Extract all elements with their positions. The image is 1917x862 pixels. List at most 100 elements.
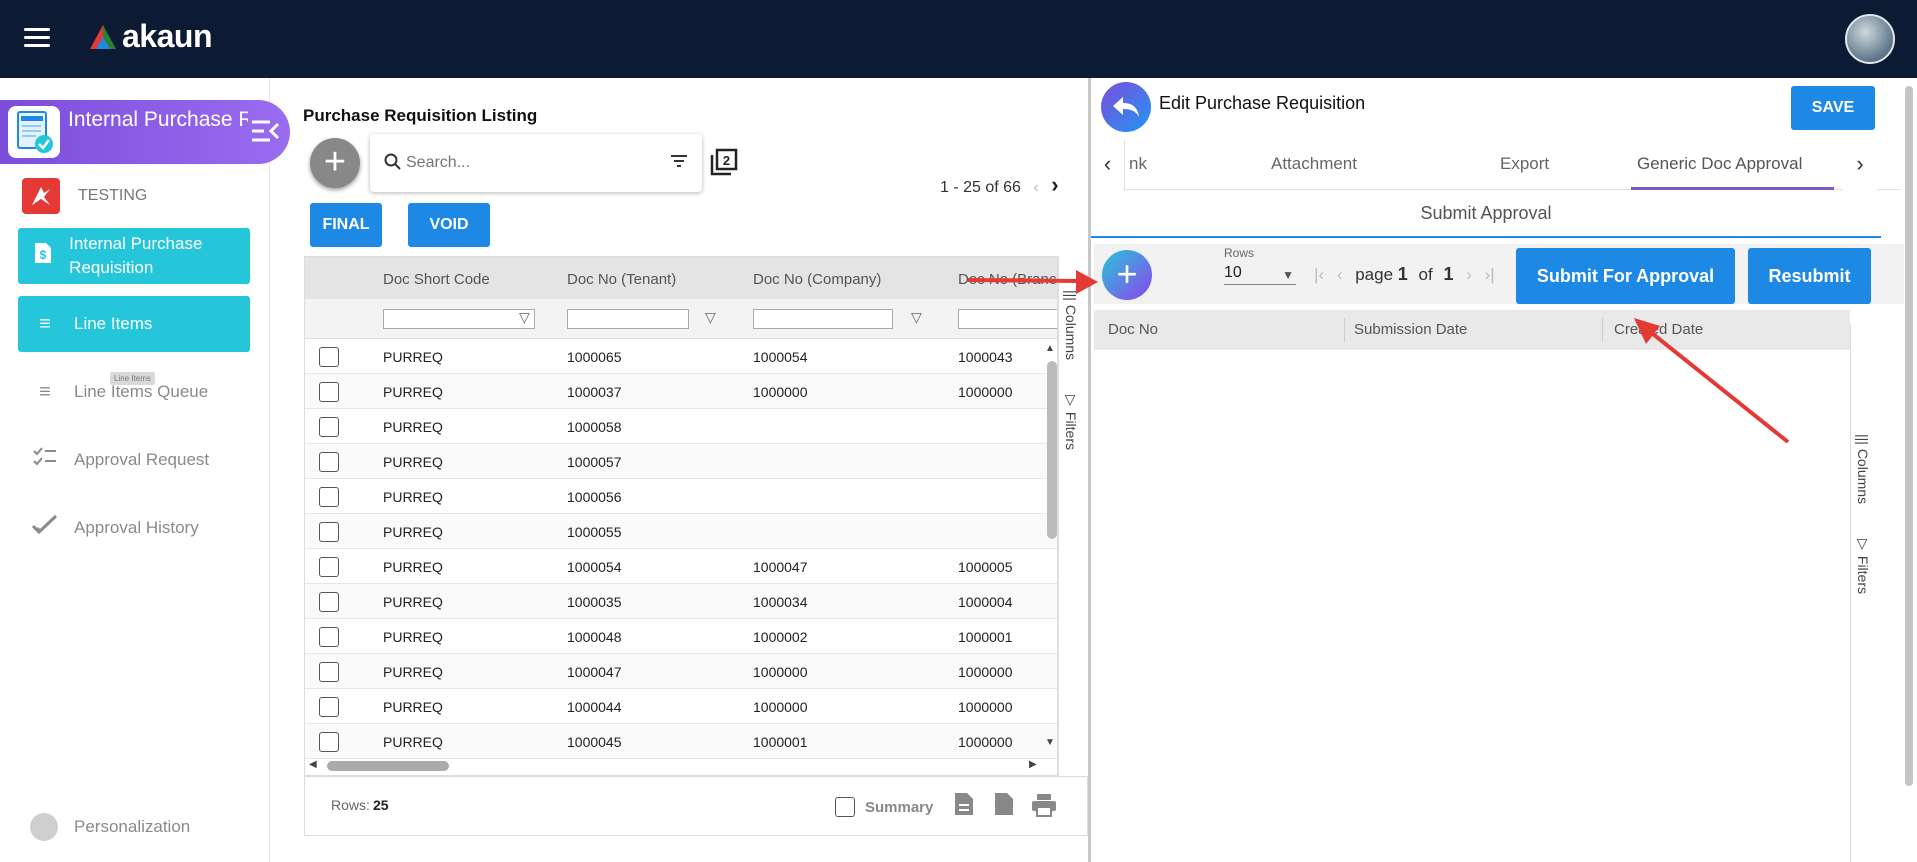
column-header[interactable]: Doc Short Code (383, 271, 490, 288)
table-row[interactable]: PURREQ 1000044 1000000 1000000 (305, 689, 1057, 724)
void-button[interactable]: VOID (408, 203, 490, 247)
prev-page-icon[interactable]: ‹ (1337, 265, 1343, 284)
table-cell: 1000000 (753, 664, 808, 680)
table-cell: 1000043 (958, 349, 1013, 365)
row-checkbox[interactable] (319, 557, 339, 577)
table-row[interactable]: PURREQ 1000055 (305, 514, 1057, 549)
row-checkbox[interactable] (319, 732, 339, 752)
filter-input[interactable] (383, 309, 535, 329)
column-header[interactable]: Doc No (Branch) (958, 271, 1057, 288)
row-checkbox[interactable] (319, 382, 339, 402)
filter-input[interactable] (567, 309, 689, 329)
listing-title: Purchase Requisition Listing (303, 106, 538, 125)
prev-page-icon[interactable]: ‹ (1033, 179, 1038, 196)
table-row[interactable]: PURREQ 1000045 1000001 1000000 (305, 724, 1057, 759)
row-checkbox[interactable] (319, 417, 339, 437)
sidebar-item-approval-history[interactable]: Approval History (18, 500, 250, 556)
tabs-next-icon[interactable]: › (1843, 140, 1877, 190)
add-button[interactable]: + (310, 138, 360, 188)
first-page-icon[interactable]: |‹ (1314, 265, 1324, 284)
last-page-icon[interactable]: ›| (1485, 265, 1495, 284)
submit-for-approval-button[interactable]: Submit For Approval (1516, 248, 1735, 304)
row-checkbox[interactable] (319, 662, 339, 682)
table-row[interactable]: PURREQ 1000047 1000000 1000000 (305, 654, 1057, 689)
table-row[interactable]: PURREQ 1000048 1000002 1000001 (305, 619, 1057, 654)
sidebar-item-internal-purchase-requisition[interactable]: $ Internal Purchase Requisition (18, 228, 250, 284)
funnel-icon[interactable]: ▽ (705, 309, 716, 326)
filter-icon[interactable] (670, 152, 688, 173)
columns-tab-label: Columns (1063, 304, 1079, 361)
row-checkbox[interactable] (319, 452, 339, 472)
funnel-icon[interactable]: ▽ (911, 309, 922, 326)
menu-icon[interactable] (24, 28, 50, 48)
print-icon[interactable] (1031, 793, 1057, 820)
scroll-right-icon[interactable]: ▶ (1029, 759, 1037, 770)
final-button[interactable]: FINAL (310, 203, 382, 247)
brand-name: akaun (122, 18, 212, 54)
rows-label: Rows (1224, 246, 1255, 260)
search-box (370, 134, 702, 192)
user-avatar[interactable] (1845, 14, 1895, 64)
columns-tab[interactable]: ||| Columns (1855, 434, 1871, 504)
page-scrollbar[interactable] (1905, 86, 1913, 786)
filters-tab-label: Filters (1855, 555, 1871, 595)
next-page-icon[interactable]: › (1051, 172, 1058, 197)
tab-generic-doc-approval[interactable]: Generic Doc Approval (1637, 154, 1802, 174)
column-header[interactable]: Doc No (Company) (753, 271, 881, 288)
filter-input[interactable] (753, 309, 893, 329)
scroll-left-icon[interactable]: ◀ (309, 759, 317, 770)
sidebar-item-line-items[interactable]: ≡ Line Items (18, 296, 250, 352)
column-header[interactable]: Doc No (Tenant) (567, 271, 676, 288)
sidebar-item-personalization[interactable]: Personalization (30, 813, 190, 841)
next-page-icon[interactable]: › (1466, 265, 1472, 284)
scroll-down-icon[interactable]: ▼ (1045, 737, 1055, 748)
brand-logo[interactable]: akaun (88, 18, 212, 55)
sidebar-item-approval-request[interactable]: Approval Request (18, 432, 250, 488)
search-input[interactable] (406, 150, 656, 176)
row-checkbox[interactable] (319, 487, 339, 507)
table-row[interactable]: PURREQ 1000035 1000034 1000004 (305, 584, 1057, 619)
table-row[interactable]: PURREQ 1000056 (305, 479, 1057, 514)
table-cell: 1000065 (567, 349, 622, 365)
vertical-scrollbar[interactable] (1047, 361, 1057, 539)
row-checkbox[interactable] (319, 522, 339, 542)
table-row[interactable]: PURREQ 1000037 1000000 1000000 (305, 374, 1057, 409)
row-checkbox[interactable] (319, 347, 339, 367)
column-header[interactable]: Created Date (1614, 321, 1703, 338)
collapse-menu-icon[interactable] (250, 118, 280, 151)
funnel-icon[interactable]: ▽ (519, 309, 530, 326)
table-row[interactable]: PURREQ 1000054 1000047 1000005 (305, 549, 1057, 584)
blank-doc-icon[interactable] (993, 791, 1015, 820)
table-row[interactable]: PURREQ 1000058 (305, 409, 1057, 444)
filter-input[interactable] (958, 309, 1057, 329)
tab-attachment[interactable]: Attachment (1271, 154, 1357, 174)
column-header[interactable]: Doc No (1108, 321, 1158, 338)
rows-per-page-select[interactable]: Rows 10 ▼ (1224, 246, 1296, 285)
resubmit-button[interactable]: Resubmit (1748, 248, 1871, 304)
horizontal-scrollbar[interactable] (327, 761, 449, 771)
scroll-up-icon[interactable]: ▲ (1045, 343, 1055, 354)
filters-tab[interactable]: ▽ Filters (1855, 536, 1871, 594)
requisition-doc-icon (8, 106, 60, 158)
table-row[interactable]: PURREQ 1000065 1000054 1000043 (305, 339, 1057, 374)
row-checkbox[interactable] (319, 627, 339, 647)
tenant-indicator[interactable]: TESTING (22, 178, 147, 214)
row-checkbox[interactable] (319, 592, 339, 612)
tab-export[interactable]: Export (1500, 154, 1549, 174)
filter-two-icon[interactable]: 2 (710, 148, 738, 183)
tab-link[interactable]: nk (1129, 154, 1147, 174)
tabs-prev-icon[interactable]: ‹ (1091, 140, 1125, 190)
save-button[interactable]: SAVE (1791, 86, 1875, 130)
dollar-doc-icon: $ (32, 241, 53, 271)
row-checkbox[interactable] (319, 697, 339, 717)
export-doc-icon[interactable] (953, 791, 975, 820)
filters-tab[interactable]: ▽ Filters (1063, 392, 1079, 450)
columns-tab[interactable]: ||| Columns (1063, 290, 1079, 360)
column-header[interactable]: Submission Date (1354, 321, 1467, 338)
summary-checkbox[interactable] (835, 797, 855, 817)
table-row[interactable]: PURREQ 1000057 (305, 444, 1057, 479)
applet-header: Internal Purchase Requisition Applet (0, 100, 290, 164)
back-button[interactable] (1101, 82, 1151, 132)
add-approval-button[interactable]: + (1102, 250, 1152, 300)
double-check-icon (31, 514, 58, 542)
